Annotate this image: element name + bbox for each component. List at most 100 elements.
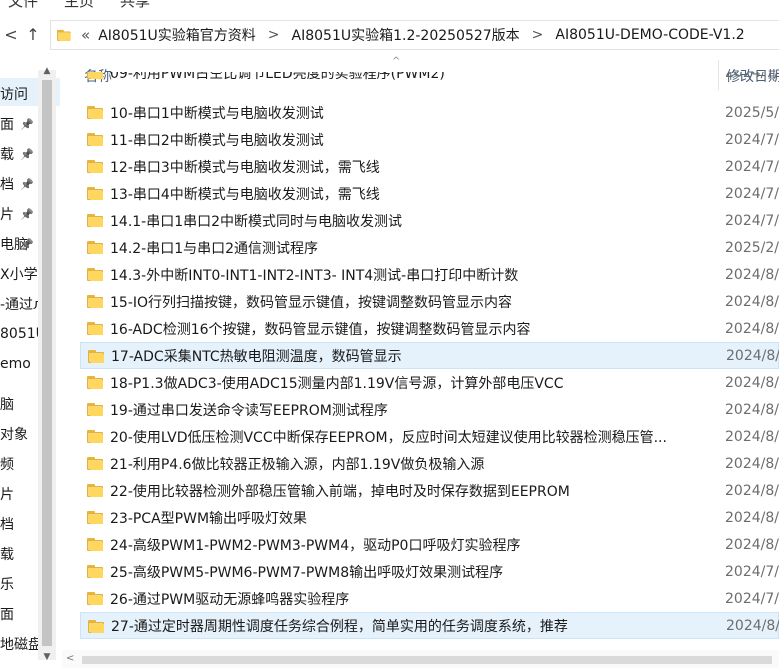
folder-icon <box>87 213 103 227</box>
folder-icon <box>87 132 103 146</box>
file-name: 14.2-串口1与串口2通信测试程序 <box>110 240 319 257</box>
nav-item-label: 地磁盘 <box>0 637 42 653</box>
file-row[interactable]: 24-高级PWM1-PWM2-PWM3-PWM4，驱动P0口呼吸灯实验程序 202… <box>80 531 779 558</box>
nav-item[interactable]: 地磁盘 <box>0 629 42 659</box>
chevron-right-icon[interactable]: > <box>532 27 544 43</box>
nav-item[interactable]: 片 <box>0 479 14 509</box>
file-row[interactable]: 25-高级PWM5-PWM6-PWM7-PWM8输出呼吸灯效果测试程序 2024/… <box>80 558 779 585</box>
file-row[interactable]: 27-通过定时器周期性调度任务综合例程，简单实用的任务调度系统，推荐 2024/8… <box>80 612 779 639</box>
file-row[interactable]: 14.1-串口1串口2中断模式同时与电脑收发测试 2024/7/ <box>80 207 779 234</box>
breadcrumb-2[interactable]: AI8051U实验箱1.2-20250527版本 <box>292 25 520 45</box>
file-row[interactable]: 22-使用比较器检测外部稳压管输入前端，掉电时及时保存数据到EEPROM 2024… <box>80 477 779 504</box>
pin-icon[interactable]: 📌 <box>20 208 34 221</box>
nav-item-label: 片 <box>0 207 14 223</box>
file-row[interactable]: 19-通过串口发送命令读写EEPROM测试程序 2024/8/ <box>80 396 779 423</box>
nav-item-label: 档 <box>0 177 14 193</box>
file-name: 24-高级PWM1-PWM2-PWM3-PWM4，驱动P0口呼吸灯实验程序 <box>110 537 521 554</box>
nav-item-label: emo <box>0 356 31 372</box>
file-date: 2024/8/ <box>725 374 779 391</box>
address-bar[interactable]: « AI8051U实验箱官方资料 > AI8051U实验箱1.2-2025052… <box>50 20 779 50</box>
file-date: 2024/8/ <box>725 266 779 283</box>
chevron-right-icon[interactable]: > <box>268 27 280 43</box>
breadcrumb-1[interactable]: AI8051U实验箱官方资料 <box>98 25 256 45</box>
file-date: 2024/8/ <box>725 509 779 526</box>
nav-item[interactable]: emo <box>0 349 31 379</box>
folder-icon <box>57 29 71 41</box>
pin-icon[interactable]: 📌 <box>20 148 34 161</box>
file-row[interactable]: 20-使用LVD低压检测VCC中断保存EEPROM，反应时间太短建议使用比较器检… <box>80 423 779 450</box>
nav-item[interactable]: 电脑 📌 <box>0 229 34 259</box>
file-row[interactable]: 14.2-串口1与串口2通信测试程序 2025/2/ <box>80 234 779 261</box>
file-row[interactable]: 15-IO行列扫描按键，数码管显示键值，按键调整数码管显示内容 2024/8/ <box>80 288 779 315</box>
nav-item[interactable]: 载 <box>0 539 14 569</box>
file-row[interactable]: 13-串口4中断模式与电脑收发测试，需飞线 2024/7/ <box>80 180 779 207</box>
nav-item[interactable]: 片 📌 <box>0 199 34 229</box>
nav-item-label: -通过л <box>0 297 42 313</box>
nav-item[interactable]: 脑 <box>0 389 14 419</box>
file-name: 18-P1.3做ADC3-使用ADC15测量内部1.19V信号源，计算外部电压V… <box>110 375 564 392</box>
file-row[interactable]: 26-通过PWM驱动无源蜂鸣器实验程序 2024/7/ <box>80 585 779 612</box>
nav-item[interactable]: 访问 <box>0 79 28 109</box>
file-date: 2024/7/ <box>725 212 779 229</box>
menu-share[interactable]: 共享 <box>120 0 150 11</box>
up-arrow-icon[interactable]: ↑ <box>22 22 44 46</box>
folder-icon <box>88 619 104 633</box>
file-name: 20-使用LVD低压检测VCC中断保存EEPROM，反应时间太短建议使用比较器检… <box>110 429 667 446</box>
menu-file[interactable]: 文件 <box>8 0 38 11</box>
nav-item-label: 乐 <box>0 577 14 593</box>
file-row[interactable]: 09-利用PWM占空比调节LED亮度的实验程序(PWM2) 2024/7/ <box>80 72 779 86</box>
file-row[interactable]: 12-串口3中断模式与电脑收发测试，需飞线 2024/7/ <box>80 153 779 180</box>
file-name: 14.3-外中断INT0-INT1-INT2-INT3- INT4测试-串口打印… <box>110 267 519 284</box>
nav-item-label: 面 <box>0 607 14 623</box>
file-row[interactable]: 17-ADC采集NTC热敏电阻测温度，数码管显示 2024/8/ <box>80 342 779 369</box>
nav-item[interactable]: 面 <box>0 599 14 629</box>
pin-icon[interactable]: 📌 <box>20 178 34 191</box>
nav-item[interactable]: 对象 <box>0 419 28 449</box>
file-row[interactable]: 21-利用P4.6做比较器正极输入源，内部1.19V做负极输入源 2024/8/ <box>80 450 779 477</box>
horizontal-scrollbar[interactable]: < <box>62 650 779 668</box>
file-row[interactable]: 14.3-外中断INT0-INT1-INT2-INT3- INT4测试-串口打印… <box>80 261 779 288</box>
breadcrumb-3[interactable]: AI8051U-DEMO-CODE-V1.2 <box>555 27 744 43</box>
menu-home[interactable]: 主页 <box>64 0 94 11</box>
scroll-left-icon[interactable]: < <box>66 653 74 664</box>
file-date: 2024/7/ <box>725 185 779 202</box>
file-date: 2024/7/ <box>725 563 779 580</box>
nav-item[interactable]: 频 <box>0 449 14 479</box>
file-date: 2024/8/ <box>725 455 779 472</box>
nav-item[interactable]: 档 📌 <box>0 169 34 199</box>
nav-item[interactable]: 乐 <box>0 569 14 599</box>
file-date: 2024/8/ <box>725 320 779 337</box>
folder-icon <box>87 483 103 497</box>
nav-item[interactable]: 档 <box>0 509 14 539</box>
back-icon[interactable]: < <box>0 22 22 46</box>
nav-item[interactable]: 面 📌 <box>0 109 34 139</box>
file-date: 2024/8/ <box>725 428 779 445</box>
pin-icon[interactable]: 📌 <box>20 238 34 251</box>
horizontal-scrollbar-thumb[interactable] <box>82 656 772 664</box>
file-date: 2025/2/ <box>725 239 779 256</box>
scroll-up-icon[interactable]: ▲ <box>40 66 54 76</box>
nav-item-label: 频 <box>0 457 14 473</box>
scroll-down-icon[interactable]: ▼ <box>40 652 54 662</box>
folder-icon <box>87 159 103 173</box>
nav-item-label: X小学 <box>0 267 38 283</box>
file-row[interactable]: 11-串口2中断模式与电脑收发测试 2024/7/ <box>80 126 779 153</box>
file-date: 2024/8/ <box>725 536 779 553</box>
navpane-scrollbar[interactable]: ▲ ▼ <box>38 66 56 662</box>
file-row[interactable]: 18-P1.3做ADC3-使用ADC15测量内部1.19V信号源，计算外部电压V… <box>80 369 779 396</box>
nav-item-label: 脑 <box>0 397 14 413</box>
file-name: 21-利用P4.6做比较器正极输入源，内部1.19V做负极输入源 <box>110 456 485 473</box>
nav-item[interactable]: X小学 <box>0 259 38 289</box>
nav-item[interactable]: 载 📌 <box>0 139 34 169</box>
file-row[interactable]: 23-PCA型PWM输出呼吸灯效果 2024/8/ <box>80 504 779 531</box>
scrollbar-thumb[interactable] <box>42 80 52 646</box>
nav-item-label: 载 <box>0 547 14 563</box>
overflow-chevron-icon[interactable]: « <box>81 26 90 44</box>
file-list: 09-利用PWM占空比调节LED亮度的实验程序(PWM2) 2024/7/10-串… <box>80 72 779 668</box>
file-date: 2024/8/ <box>726 347 779 364</box>
pin-icon[interactable]: 📌 <box>20 118 34 131</box>
file-name: 23-PCA型PWM输出呼吸灯效果 <box>110 510 308 527</box>
file-row[interactable]: 16-ADC检测16个按键，数码管显示键值，按键调整数码管显示内容 2024/8/ <box>80 315 779 342</box>
file-row[interactable]: 10-串口1中断模式与电脑收发测试 2025/5/ <box>80 99 779 126</box>
nav-item[interactable]: -通过л <box>0 289 42 319</box>
